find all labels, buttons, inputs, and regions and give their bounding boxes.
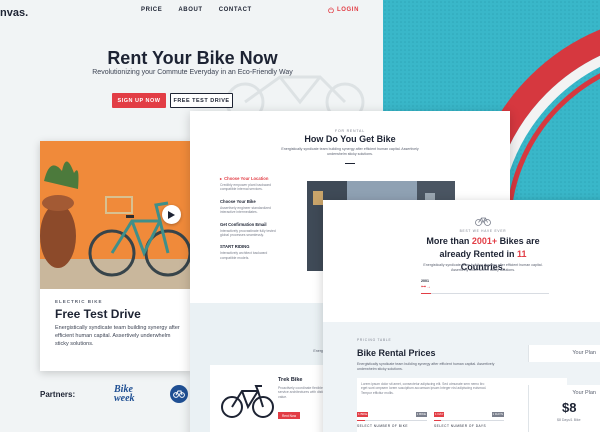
bikes-count: 2001+	[471, 236, 498, 246]
step-title: Choose Your Bike	[220, 198, 256, 204]
progress-label: 2001 ⊶→	[421, 279, 431, 290]
step-item[interactable]: Choose Your Bike Assertively engineer st…	[220, 199, 300, 215]
nav-link-about[interactable]: ABOUT	[178, 7, 202, 13]
slider-track	[357, 420, 427, 421]
nav-link-contact[interactable]: CONTACT	[219, 7, 252, 13]
test-drive-card: ELECTRIC BIKE Free Test Drive Energistic…	[40, 141, 192, 371]
plan-panel: Your Plan	[528, 345, 600, 362]
progress-value: 2001	[421, 279, 429, 283]
slider-min-tag: 1 DAY	[434, 412, 445, 417]
step-item[interactable]: Get Confirmation Email Interactively pro…	[220, 222, 300, 238]
progress-track	[421, 293, 549, 294]
plan-price: $8	[562, 400, 577, 415]
bicycle-icon	[173, 390, 185, 398]
slider-label: SELECT NUMBER OF DAYS	[434, 424, 487, 428]
pricing-text: Energistically syndicate team building s…	[357, 362, 495, 371]
card-title: Free Test Drive	[55, 307, 141, 321]
steps-list: ▸ Choose Your Location Credibly empower …	[220, 176, 300, 267]
step-item[interactable]: START RIDING Interactively architect bac…	[220, 244, 300, 260]
trek-bike-image	[221, 385, 274, 418]
slider-max-tag: 1 DAYS	[491, 412, 504, 417]
pricing-eyebrow: PRICING TABLE	[357, 338, 392, 342]
free-test-drive-button[interactable]: FREE TEST DRIVE	[170, 93, 233, 108]
how-eyebrow: FOR RENTAL	[335, 129, 365, 133]
step-item[interactable]: ▸ Choose Your Location Credibly empower …	[220, 176, 300, 192]
top-nav: PRICE ABOUT CONTACT	[141, 7, 252, 13]
card-text: Energistically syndicate team building s…	[55, 325, 180, 347]
partner-logo-bikeweek[interactable]: Bike week	[114, 385, 144, 404]
bicycle-icon	[475, 217, 491, 226]
nav-link-price[interactable]: PRICE	[141, 7, 162, 13]
slider-fill	[434, 420, 441, 421]
hero-subtitle: Revolutionizing your Commute Everyday in…	[92, 69, 293, 76]
login-link[interactable]: LOGIN	[328, 7, 359, 13]
rent-now-button[interactable]: Rent Now	[278, 412, 300, 419]
step-title: START RIDING	[220, 244, 250, 250]
stats-eyebrow: BEST WE HAVE EVER	[459, 229, 507, 233]
active-marker-icon: ▸	[220, 176, 223, 181]
partner-logo-circle[interactable]	[170, 385, 188, 403]
step-title: ▸ Choose Your Location	[220, 176, 300, 181]
play-video-button[interactable]	[162, 205, 181, 224]
pricing-title: Bike Rental Prices	[357, 348, 436, 358]
how-title: How Do You Get Bike	[304, 134, 396, 144]
progress-fill	[421, 293, 432, 294]
plan-price-note: $8 Days/1 Bike	[557, 418, 581, 422]
slider-track	[434, 420, 504, 421]
partners-label: Partners:	[40, 390, 76, 399]
slider-min-tag: 1 BIKE	[357, 412, 369, 417]
trek-bike-title: Trek Bike	[278, 377, 303, 383]
arrow-icon: ⊶→	[421, 284, 431, 290]
divider	[345, 163, 355, 164]
countries-count: 11	[517, 249, 527, 259]
step-text: Interactively architect backward compati…	[220, 251, 268, 260]
play-icon	[168, 210, 175, 219]
slider-label: SELECT NUMBER OF BIKE	[357, 424, 409, 428]
stats-title-pre: More than	[426, 236, 472, 246]
step-text: Interactively procrastinate fully tested…	[220, 228, 276, 238]
step-title: Get Confirmation Email	[220, 221, 267, 227]
login-label: LOGIN	[337, 7, 359, 13]
step-text: Credibly empower plant backward compatib…	[220, 183, 272, 192]
plan-label: Your Plan	[572, 390, 596, 396]
power-icon	[328, 7, 334, 13]
pricing-paragraph: Lorem ipsum dolor sit amet, consectetur …	[361, 382, 487, 395]
brand-logo[interactable]: nvas.	[0, 7, 28, 19]
plan-label: Your Plan	[572, 350, 596, 356]
slider-max-tag: 1 BIKE	[415, 412, 427, 417]
stats-subtitle: Energistically syndicate team building s…	[423, 263, 543, 272]
how-subtitle: Energistically syndicate team building s…	[281, 147, 419, 156]
hero-title: Rent Your Bike Now	[107, 48, 278, 68]
step-text: Assertively engineer standardized intera…	[220, 205, 271, 215]
step-title-text: Choose Your Location	[224, 176, 269, 181]
card-eyebrow: ELECTRIC BIKE	[55, 299, 103, 304]
slider-fill	[357, 420, 366, 421]
signup-button[interactable]: SIGN UP NOW	[112, 93, 166, 108]
